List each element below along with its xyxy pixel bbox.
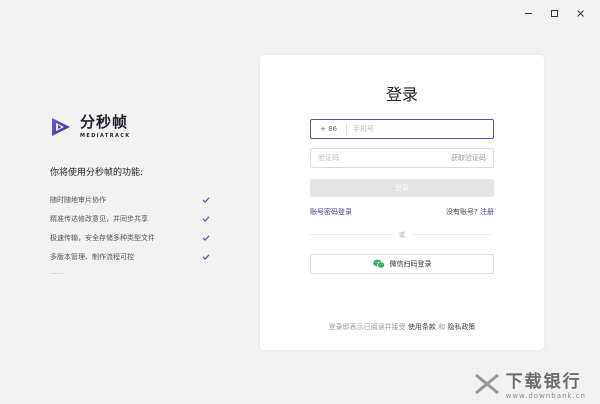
left-panel: 分秒帧 MEDIATRACK 你将使用分秒帧的功能: 随时随地审片协作 精准传达… [50,115,210,276]
check-icon [202,234,210,241]
divider-line [413,234,495,235]
login-title: 登录 [385,85,418,104]
or-label: 或 [399,232,406,239]
feature-list: 随时随地审片协作 精准传达修改意见，并同步共享 极速传输，安全存储多种类型文件 … [50,190,210,266]
phone-input[interactable] [347,125,493,133]
feature-item: 多版本管理、制作流程可控 [50,247,210,266]
brand-subtitle: MEDIATRACK [80,133,131,139]
verification-code-field: 获取验证码 [310,148,494,168]
window-controls [520,6,588,20]
watermark-logo-icon [474,373,499,394]
close-icon [576,9,584,17]
register-link[interactable]: 注册 [480,208,494,216]
minimize-icon [524,12,532,14]
maximize-button[interactable] [546,6,562,20]
wechat-icon [372,259,385,269]
wechat-login-label: 微信扫码登录 [389,260,432,268]
check-icon [202,253,210,260]
maximize-icon [550,9,558,17]
privacy-policy-link[interactable]: 隐私政策 [447,323,475,331]
close-button[interactable] [572,6,588,20]
login-card: 登录 + 86 获取验证码 登录 账号密码登录 没有账号? 注册 或 微信扫码登… [260,55,544,350]
no-account-label: 没有账号? [446,208,478,216]
terms-and: 和 [438,323,446,331]
feature-item: 随时随地审片协作 [50,190,210,209]
check-icon [202,215,210,222]
features-more: ...... [50,268,64,276]
watermark-text: 下载银行 [505,372,582,392]
wechat-login-button[interactable]: 微信扫码登录 [310,254,494,274]
feature-item: 极速传输，安全存储多种类型文件 [50,228,210,247]
brand-logo: 分秒帧 MEDIATRACK [50,115,210,139]
feature-label: 极速传输，安全存储多种类型文件 [50,233,155,242]
or-divider: 或 [310,230,495,239]
login-options-row: 账号密码登录 没有账号? 注册 [310,207,494,217]
get-code-button[interactable]: 获取验证码 [451,153,486,163]
check-icon [202,196,210,203]
feature-label: 随时随地审片协作 [50,195,106,204]
divider-line [310,234,391,235]
password-login-link[interactable]: 账号密码登录 [310,207,352,217]
feature-label: 精准传达修改意见，并同步共享 [50,214,148,223]
watermark-url: www.downbank.cn [505,392,586,400]
phone-field: + 86 [310,119,494,139]
brand-logo-icon [52,118,70,136]
feature-label: 多版本管理、制作流程可控 [50,252,134,261]
brand-name: 分秒帧 [80,113,129,131]
minimize-button[interactable] [520,6,536,20]
terms-notice: 登录即表示已阅读并接受 使用条款 和 隐私政策 [260,322,544,332]
feature-item: 精准传达修改意见，并同步共享 [50,209,210,228]
login-button[interactable]: 登录 [310,179,494,197]
terms-prefix: 登录即表示已阅读并接受 [328,323,406,331]
watermark: 下载银行 www.downbank.cn [474,367,586,400]
terms-of-use-link[interactable]: 使用条款 [408,323,436,331]
country-code-select[interactable]: + 86 [311,123,347,135]
features-title: 你将使用分秒帧的功能: [50,168,144,178]
verification-code-input[interactable] [318,154,418,162]
